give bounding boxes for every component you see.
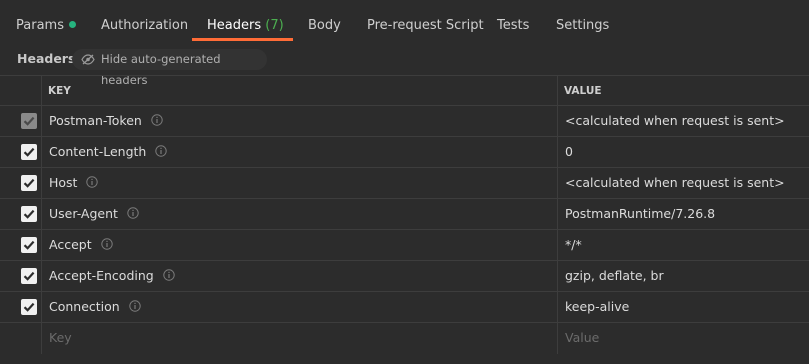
key-cell[interactable]: User-Agent — [42, 199, 558, 229]
key-placeholder: Key — [49, 330, 72, 345]
key-cell[interactable]: Postman-Token — [42, 106, 558, 136]
header-key: Content-Length — [49, 144, 147, 159]
info-icon[interactable] — [151, 114, 163, 126]
row-checkbox[interactable] — [21, 299, 37, 315]
header-value: <calculated when request is sent> — [565, 175, 785, 190]
params-status-dot — [68, 21, 76, 28]
table-row: User-Agent PostmanRuntime/7.26.8 — [0, 199, 809, 230]
table-row: Accept */* — [0, 230, 809, 261]
key-cell[interactable]: Connection — [42, 292, 558, 322]
header-value: */* — [565, 237, 582, 252]
tab-settings[interactable]: Settings — [556, 17, 609, 35]
row-checkbox[interactable] — [21, 206, 37, 222]
value-placeholder: Value — [565, 330, 600, 345]
new-key-input[interactable]: Key — [42, 323, 558, 354]
tab-body[interactable]: Body — [308, 17, 341, 35]
header-value: PostmanRuntime/7.26.8 — [565, 206, 716, 221]
headers-subheader: Headers Hide auto-generated headers — [0, 49, 809, 87]
tab-body-label: Body — [308, 18, 341, 33]
header-key: Postman-Token — [49, 113, 142, 128]
row-checkbox[interactable] — [21, 268, 37, 284]
headers-table: KEY VALUE Postman-Token <calculated when… — [0, 75, 809, 354]
header-check-cell — [0, 76, 42, 105]
header-value: 0 — [565, 144, 573, 159]
tab-authorization[interactable]: Authorization — [101, 17, 188, 35]
tab-pre-request-script[interactable]: Pre-request Script — [367, 17, 484, 35]
check-icon — [23, 302, 35, 312]
key-cell[interactable]: Accept — [42, 230, 558, 260]
key-column-header: KEY — [42, 76, 558, 105]
value-cell[interactable]: <calculated when request is sent> — [558, 168, 809, 198]
header-key: Accept — [49, 237, 92, 252]
value-cell[interactable]: keep-alive — [558, 292, 809, 322]
table-row: Content-Length 0 — [0, 137, 809, 168]
table-row: Host <calculated when request is sent> — [0, 168, 809, 199]
tab-pre-request-label: Pre-request Script — [367, 18, 484, 33]
new-row-check-cell — [0, 323, 42, 354]
value-cell[interactable]: gzip, deflate, br — [558, 261, 809, 291]
check-icon — [23, 147, 35, 157]
info-icon[interactable] — [163, 269, 175, 281]
info-icon[interactable] — [127, 207, 139, 219]
tab-tests[interactable]: Tests — [497, 17, 529, 35]
check-icon — [23, 178, 35, 188]
header-value: keep-alive — [565, 299, 630, 314]
info-icon[interactable] — [100, 238, 113, 250]
row-checkbox[interactable] — [21, 113, 37, 129]
headers-section-title: Headers — [17, 51, 76, 66]
active-tab-indicator — [192, 38, 293, 41]
header-key: User-Agent — [49, 206, 118, 221]
check-icon — [23, 209, 35, 219]
tab-headers[interactable]: Headers (7) — [207, 17, 284, 35]
header-key: Accept-Encoding — [49, 268, 154, 283]
tab-tests-label: Tests — [497, 18, 530, 33]
row-checkbox[interactable] — [21, 144, 37, 160]
value-column-header: VALUE — [558, 76, 809, 105]
table-row: Connection keep-alive — [0, 292, 809, 323]
tab-params[interactable]: Params — [16, 17, 76, 35]
header-value: gzip, deflate, br — [565, 268, 664, 283]
eye-off-icon — [81, 54, 95, 65]
check-icon — [23, 271, 35, 281]
new-header-row: Key Value — [0, 323, 809, 354]
table-row: Accept-Encoding gzip, deflate, br — [0, 261, 809, 292]
info-icon[interactable] — [155, 145, 168, 157]
hide-auto-generated-headers-button[interactable]: Hide auto-generated headers — [72, 49, 267, 87]
value-cell[interactable]: */* — [558, 230, 809, 260]
value-cell[interactable]: PostmanRuntime/7.26.8 — [558, 199, 809, 229]
info-icon[interactable] — [129, 300, 141, 312]
info-icon[interactable] — [86, 176, 99, 188]
header-value: <calculated when request is sent> — [565, 113, 785, 128]
value-cell[interactable]: 0 — [558, 137, 809, 167]
row-checkbox[interactable] — [21, 175, 37, 191]
key-cell[interactable]: Content-Length — [42, 137, 558, 167]
key-column-label: KEY — [48, 85, 71, 97]
request-tabs: Params Authorization Headers (7) Body Pr… — [0, 0, 809, 42]
value-cell[interactable]: <calculated when request is sent> — [558, 106, 809, 136]
new-value-input[interactable]: Value — [558, 323, 809, 354]
key-cell[interactable]: Host — [42, 168, 558, 198]
header-key: Host — [49, 175, 78, 190]
key-cell[interactable]: Accept-Encoding — [42, 261, 558, 291]
tab-settings-label: Settings — [556, 18, 610, 33]
row-checkbox[interactable] — [21, 237, 37, 253]
tab-authorization-label: Authorization — [101, 18, 189, 33]
tab-headers-label: Headers — [207, 18, 262, 33]
table-row: Postman-Token <calculated when request i… — [0, 106, 809, 137]
check-icon — [23, 240, 35, 250]
headers-count: (7) — [265, 18, 284, 33]
tab-params-label: Params — [16, 18, 64, 33]
header-key: Connection — [49, 299, 120, 314]
value-column-label: VALUE — [564, 85, 602, 97]
table-header-row: KEY VALUE — [0, 76, 809, 106]
check-icon — [23, 116, 35, 126]
